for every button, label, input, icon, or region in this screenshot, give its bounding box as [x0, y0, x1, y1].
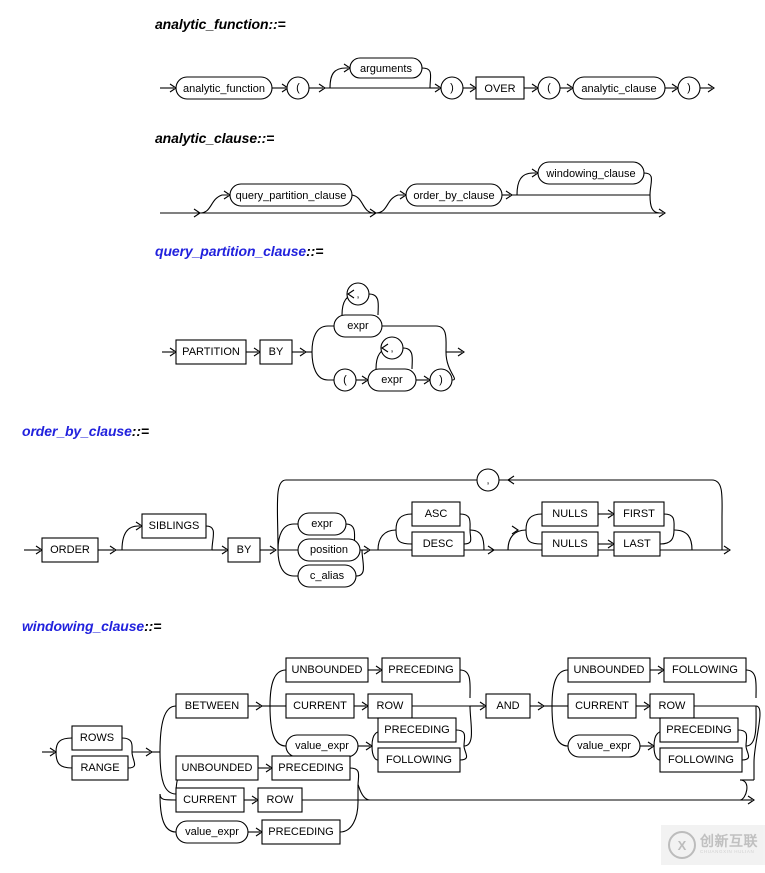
- watermark-logo-icon: X: [668, 831, 696, 859]
- node-label: windowing_clause: [545, 168, 635, 180]
- diagram-windowing-clause: ROWS RANGE BETWEEN UNBOUNDED PRECEDING C…: [42, 657, 761, 845]
- heading-analytic-function: analytic_function::=: [155, 16, 286, 32]
- node-label: PRECEDING: [666, 724, 731, 736]
- node-label: (: [343, 374, 347, 386]
- section-query-partition-clause: query_partition_clause::=: [155, 243, 323, 259]
- heading-operator: ::=: [257, 130, 275, 146]
- node-label: c_alias: [310, 570, 345, 582]
- node-label: UNBOUNDED: [292, 664, 363, 676]
- diagram-analytic-function: analytic_function ( arguments ) OVER ( a…: [160, 57, 715, 100]
- node-label: expr: [381, 374, 403, 386]
- heading-label: analytic_function: [155, 16, 269, 32]
- heading-order-by-clause: order_by_clause::=: [22, 423, 149, 439]
- node-label: FIRST: [623, 508, 655, 520]
- heading-label: order_by_clause: [22, 423, 132, 439]
- syntax-diagram-page: analytic_function::= analytic_function (…: [0, 0, 765, 873]
- node-label: PRECEDING: [388, 664, 453, 676]
- node-label: ,: [487, 476, 490, 487]
- node-label: ASC: [425, 508, 448, 520]
- watermark-text: 创新互联 CHUANGXIN HULIAN: [700, 835, 758, 855]
- heading-label: windowing_clause: [22, 618, 145, 634]
- node-label: value_expr: [577, 740, 631, 752]
- node-label: FOLLOWING: [386, 754, 452, 766]
- node-label: value_expr: [295, 740, 349, 752]
- node-label: expr: [311, 518, 333, 530]
- node-label: CURRENT: [293, 700, 347, 712]
- watermark-pinyin: CHUANGXIN HULIAN: [700, 848, 755, 854]
- node-label: UNBOUNDED: [182, 762, 253, 774]
- node-label: query_partition_clause: [236, 190, 347, 202]
- node-label: ,: [391, 344, 394, 355]
- node-label: (: [547, 82, 551, 94]
- node-label: NULLS: [552, 508, 587, 520]
- node-label: expr: [347, 320, 369, 332]
- node-label: ): [439, 374, 443, 386]
- node-label: (: [296, 82, 300, 94]
- node-label: SIBLINGS: [149, 520, 200, 532]
- node-label: ORDER: [50, 544, 90, 556]
- node-label: BETWEEN: [185, 700, 239, 712]
- node-label: CURRENT: [183, 794, 237, 806]
- node-label: ROW: [377, 700, 405, 712]
- heading-label: analytic_clause: [155, 130, 258, 146]
- node-label: PARTITION: [182, 346, 240, 358]
- node-label: RANGE: [80, 762, 119, 774]
- heading-windowing-clause: windowing_clause::=: [22, 618, 161, 634]
- node-label: PRECEDING: [278, 762, 343, 774]
- node-label: position: [310, 544, 348, 556]
- node-label: FOLLOWING: [668, 754, 734, 766]
- node-label: ROW: [659, 700, 687, 712]
- node-label: analytic_function: [183, 83, 265, 95]
- node-label: FOLLOWING: [672, 664, 738, 676]
- node-label: OVER: [484, 83, 515, 95]
- diagram-query-partition-clause: PARTITION BY expr , ( expr ,): [162, 282, 465, 392]
- watermark: X 创新互联 CHUANGXIN HULIAN: [661, 825, 765, 865]
- node-label: UNBOUNDED: [574, 664, 645, 676]
- node-label: analytic_clause: [581, 83, 656, 95]
- node-label: LAST: [623, 538, 651, 550]
- watermark-chinese: 创新互联: [700, 834, 758, 851]
- heading-operator: ::=: [144, 618, 162, 634]
- diagram-analytic-clause: query_partition_clause order_by_clause w…: [160, 161, 666, 218]
- node-label: NULLS: [552, 538, 587, 550]
- section-order-by-clause: order_by_clause::=: [22, 423, 149, 439]
- node-label: CURRENT: [575, 700, 629, 712]
- node-label: value_expr: [185, 826, 239, 838]
- node-label: ): [450, 82, 454, 94]
- diagram-order-by-clause: ORDER SIBLINGS BY expr position c_alias: [24, 468, 731, 588]
- section-windowing-clause: windowing_clause::=: [22, 618, 161, 634]
- node-label: ROW: [267, 794, 295, 806]
- node-label: arguments: [360, 63, 412, 75]
- node-label: BY: [237, 544, 252, 556]
- section-analytic-function: analytic_function::=: [155, 16, 286, 32]
- heading-operator: ::=: [306, 243, 324, 259]
- node-label: ROWS: [80, 732, 114, 744]
- node-label: AND: [496, 700, 519, 712]
- heading-operator: ::=: [268, 16, 286, 32]
- node-label: ): [687, 82, 691, 94]
- node-label: PRECEDING: [384, 724, 449, 736]
- node-label: DESC: [423, 538, 454, 550]
- node-label: ,: [357, 290, 360, 301]
- section-analytic-clause: analytic_clause::=: [155, 130, 274, 146]
- heading-query-partition-clause: query_partition_clause::=: [155, 243, 323, 259]
- heading-label: query_partition_clause: [155, 243, 307, 259]
- node-label: order_by_clause: [413, 190, 494, 202]
- heading-analytic-clause: analytic_clause::=: [155, 130, 274, 146]
- node-label: BY: [269, 346, 284, 358]
- node-label: PRECEDING: [268, 826, 333, 838]
- heading-operator: ::=: [131, 423, 149, 439]
